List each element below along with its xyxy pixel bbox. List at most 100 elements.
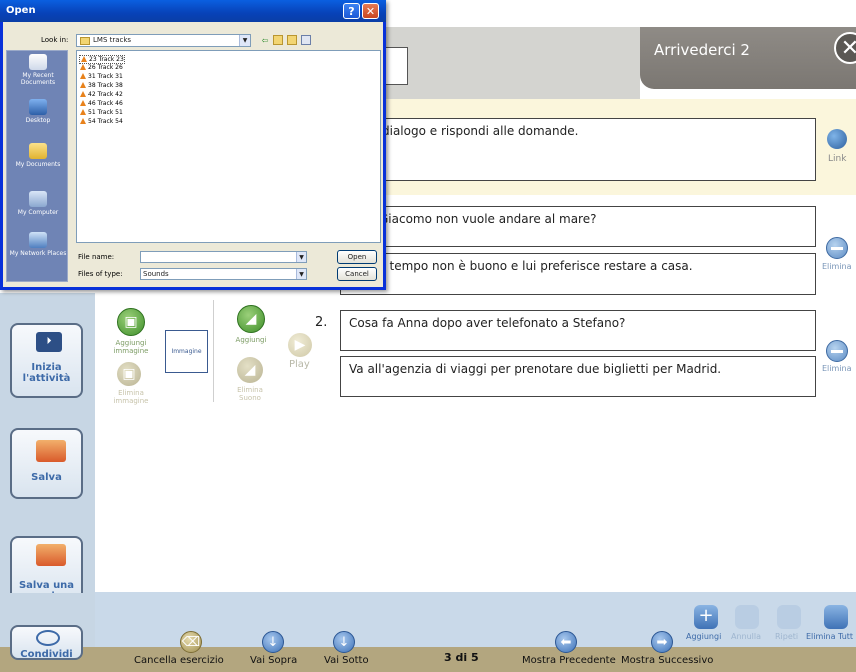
places-label: Desktop [25, 117, 51, 124]
add-sound-icon[interactable]: ◢ [237, 305, 265, 333]
answer-field[interactable]: il tempo non è buono e lui preferisce re… [340, 253, 816, 295]
file-name: 23 Track 23 [89, 56, 124, 63]
add-image-label[interactable]: Aggiungi immagine [100, 339, 162, 355]
save-button[interactable]: Salva [10, 428, 83, 499]
add-image-icon[interactable]: ▣ [117, 308, 145, 336]
chevron-down-icon[interactable]: ▼ [296, 269, 306, 279]
audio-file-icon [80, 91, 86, 97]
arrow-down-icon[interactable]: ↓ [333, 631, 355, 653]
clear-exercise-icon[interactable]: ⌫ [180, 631, 202, 653]
remove-sound-label[interactable]: Elimina Suono [226, 386, 274, 402]
play-icon[interactable]: ▶ [288, 333, 312, 357]
redo-icon[interactable] [777, 605, 801, 629]
start-activity-button[interactable]: ⏵ Inizia l'attività [10, 323, 83, 398]
file-item[interactable]: 42 Track 42 [79, 91, 123, 98]
link-label[interactable]: Link [828, 154, 846, 164]
previous-label[interactable]: Mostra Precedente [522, 655, 616, 666]
places-item-network[interactable]: My Network Places [7, 232, 69, 257]
audio-file-icon [81, 56, 87, 62]
dialog-titlebar[interactable]: Open ? ✕ [0, 0, 386, 22]
file-list[interactable]: 23 Track 23 26 Track 26 31 Track 31 38 T… [76, 50, 381, 243]
add-icon[interactable]: + [694, 605, 718, 629]
open-button[interactable]: Open [337, 250, 377, 264]
clear-exercise-label[interactable]: Cancella esercizio [134, 655, 224, 666]
back-icon[interactable]: ⇦ [260, 35, 270, 45]
start-activity-label: Inizia l'attività [22, 362, 71, 384]
desktop-icon [29, 99, 47, 115]
file-item[interactable]: 51 Track 51 [79, 109, 123, 116]
folder-save-icon [36, 440, 66, 462]
look-in-select[interactable]: LMS tracks ▼ [76, 34, 251, 47]
places-item-desktop[interactable]: Desktop [7, 99, 69, 124]
remove-question-icon[interactable] [826, 237, 848, 259]
save-label: Salva [31, 472, 62, 483]
look-in-value: LMS tracks [93, 36, 132, 44]
up-folder-icon[interactable] [273, 35, 283, 45]
chevron-down-icon[interactable]: ▼ [296, 252, 306, 262]
files-of-type-select[interactable]: Sounds [140, 268, 307, 280]
file-name-label: File name: [78, 253, 115, 261]
chevron-down-icon[interactable]: ▼ [239, 35, 250, 46]
globe-icon[interactable] [827, 129, 847, 149]
help-icon[interactable]: ? [343, 3, 360, 19]
remove-image-icon[interactable]: ▣ [117, 362, 141, 386]
question-field[interactable]: Giacomo non vuole andare al mare? [340, 206, 816, 247]
delete-all-label[interactable]: Elimina Tutt [806, 632, 853, 641]
file-name-input[interactable] [140, 251, 307, 263]
places-label: My Documents [15, 161, 61, 168]
arrow-left-icon[interactable]: ⬅ [555, 631, 577, 653]
move-up-label[interactable]: Vai Sopra [250, 655, 297, 666]
places-item-computer[interactable]: My Computer [7, 191, 69, 216]
file-item[interactable]: 31 Track 31 [79, 73, 123, 80]
image-placeholder[interactable]: Immagine [165, 330, 208, 373]
close-icon[interactable]: ✕ [362, 3, 379, 19]
my-computer-icon [29, 191, 47, 207]
add-label[interactable]: Aggiungi [686, 632, 721, 641]
places-label: My Computer [17, 209, 59, 216]
instruction-field[interactable]: dialogo e rispondi alle domande. [372, 118, 816, 181]
audio-file-icon [80, 73, 86, 79]
activity-title: Arrivederci 2 [654, 41, 750, 59]
remove-question-label[interactable]: Elimina [822, 364, 852, 373]
view-menu-icon[interactable] [301, 35, 311, 45]
file-item[interactable]: 26 Track 26 [79, 64, 123, 71]
undo-icon[interactable] [735, 605, 759, 629]
add-sound-label[interactable]: Aggiungi [228, 336, 274, 344]
answer-field[interactable]: Va all'agenzia di viaggi per prenotare d… [340, 356, 816, 397]
remove-question-icon[interactable] [826, 340, 848, 362]
play-label[interactable]: Play [289, 359, 310, 370]
share-icon [36, 630, 60, 646]
undo-label[interactable]: Annulla [731, 632, 761, 641]
file-name: 31 Track 31 [88, 73, 123, 80]
audio-file-icon [80, 109, 86, 115]
folder-copy-icon [36, 544, 66, 566]
remove-question-label[interactable]: Elimina [822, 262, 852, 271]
open-file-dialog: Open ? ✕ Look in: LMS tracks ▼ ⇦ My Rece… [0, 0, 386, 290]
next-label[interactable]: Mostra Successivo [621, 655, 713, 666]
monitor-play-icon: ⏵ [36, 332, 62, 352]
move-down-label[interactable]: Vai Sotto [324, 655, 369, 666]
media-divider [213, 300, 214, 402]
places-item-documents[interactable]: My Documents [7, 143, 69, 168]
file-item[interactable]: 54 Track 54 [79, 118, 123, 125]
question-field[interactable]: Cosa fa Anna dopo aver telefonato a Stef… [340, 310, 816, 351]
arrow-right-icon[interactable]: ➡ [651, 631, 673, 653]
trash-icon[interactable] [824, 605, 848, 629]
remove-image-label[interactable]: Elimina immagine [100, 389, 162, 405]
places-bar: My Recent Documents Desktop My Documents… [6, 50, 68, 282]
file-name: 46 Track 46 [88, 100, 123, 107]
folder-icon [80, 37, 90, 45]
file-item[interactable]: 46 Track 46 [79, 100, 123, 107]
recent-documents-icon [29, 54, 47, 70]
file-name: 51 Track 51 [88, 109, 123, 116]
places-item-recent[interactable]: My Recent Documents [7, 54, 69, 86]
file-item[interactable]: 38 Track 38 [79, 82, 123, 89]
file-name: 42 Track 42 [88, 91, 123, 98]
file-item[interactable]: 23 Track 23 [79, 55, 125, 64]
cancel-button[interactable]: Cancel [337, 267, 377, 281]
remove-sound-icon[interactable]: ◢ [237, 357, 263, 383]
redo-label[interactable]: Ripeti [775, 632, 798, 641]
new-folder-icon[interactable] [287, 35, 297, 45]
arrow-down-icon[interactable]: ↓ [262, 631, 284, 653]
share-button[interactable]: Condividi [10, 625, 83, 660]
